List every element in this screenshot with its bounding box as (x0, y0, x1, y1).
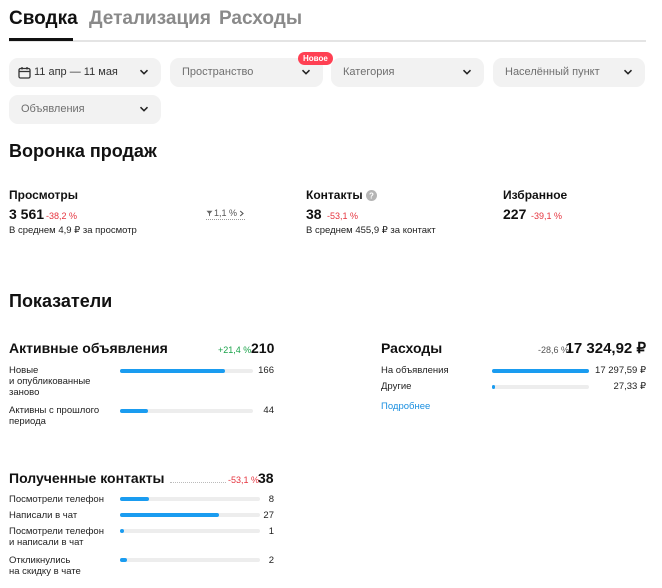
svg-text:?: ? (369, 191, 374, 200)
contacts-row-value: 1 (268, 526, 274, 537)
received-contacts-title: Полученные контакты (9, 470, 165, 486)
contacts-bar-fill (120, 529, 125, 533)
new-badge: Новое (298, 52, 333, 65)
tab-bar: Сводка Детализация Расходы (9, 8, 646, 42)
info-icon[interactable]: ? (366, 190, 377, 201)
expenses-bar-track (492, 369, 589, 373)
conversion-link[interactable]: 1,1 % (206, 208, 246, 220)
chevron-down-icon (462, 69, 472, 75)
expenses-title: Расходы (381, 340, 443, 356)
contacts-row-label: Откликнулись на скидку в чате (9, 555, 81, 577)
active-ads-row-label: Новые и опубликованные заново (9, 365, 91, 398)
conversion-value: 1,1 % (214, 208, 238, 218)
favorites-delta: -39,1 % (531, 211, 563, 221)
expenses-bar-fill (492, 369, 589, 373)
category-filter-label: Категория (343, 66, 395, 78)
contacts-row-value: 8 (268, 494, 274, 505)
expenses-bar-track (492, 385, 589, 389)
city-filter-label: Населённый пункт (505, 66, 600, 78)
contacts-bar-fill (120, 558, 127, 562)
calendar-icon (18, 67, 31, 79)
expenses-more-link[interactable]: Подробнее (381, 401, 430, 412)
received-contacts-delta: -53,1 % (228, 475, 260, 485)
ads-filter-label: Объявления (21, 103, 85, 115)
contacts-row-label: Посмотрели телефон (9, 494, 104, 505)
views-avg-cost: В среднем 4,9 ₽ за просмотр (9, 225, 137, 236)
date-range-filter[interactable]: 11 апр — 11 мая (9, 58, 161, 87)
category-filter[interactable]: Категория (331, 58, 484, 87)
expenses-value: 17 324,92 ₽ (565, 340, 646, 357)
contacts-bar-fill (120, 497, 150, 501)
active-ads-title: Активные объявления (9, 340, 168, 356)
expenses-row-label: Другие (381, 381, 412, 392)
active-ads-bar-fill (120, 369, 226, 373)
contacts-bar-fill (120, 513, 220, 517)
active-ads-bar-track (120, 369, 253, 373)
tab-details[interactable]: Детализация (89, 8, 211, 30)
views-value: 3 561 (9, 206, 45, 222)
expenses-row-label: На объявления (381, 365, 449, 376)
views-delta: -38,2 % (46, 211, 78, 221)
active-ads-value: 210 (251, 340, 275, 356)
leader-dots (170, 482, 226, 483)
active-ads-row-value: 166 (258, 365, 274, 376)
active-ads-row-label: Активны с прошлого периода (9, 405, 100, 427)
chevron-down-icon (623, 69, 633, 75)
contacts-value: 38 (306, 206, 322, 222)
funnel-icon (206, 210, 213, 216)
contacts-delta: -53,1 % (327, 211, 359, 221)
chevron-right-icon (239, 210, 244, 216)
active-ads-delta: +21,4 % (218, 345, 252, 355)
chevron-down-icon (139, 69, 149, 75)
active-tab-indicator (9, 38, 73, 41)
favorites-label: Избранное (503, 188, 568, 202)
contacts-row-value: 2 (268, 555, 274, 566)
funnel-title: Воронка продаж (9, 141, 157, 161)
tab-summary[interactable]: Сводка (9, 8, 78, 30)
city-filter[interactable]: Населённый пункт (493, 58, 645, 87)
expenses-row-value: 27,33 ₽ (613, 381, 646, 392)
indicators-title: Показатели (9, 291, 113, 311)
contacts-bar-track (120, 529, 260, 533)
chevron-down-icon (301, 69, 311, 75)
contacts-bar-track (120, 497, 260, 501)
contacts-bar-track (120, 558, 260, 562)
views-label: Просмотры (9, 188, 79, 202)
contacts-label: Контакты (306, 188, 363, 202)
contacts-avg-cost: В среднем 455,9 ₽ за контакт (306, 225, 436, 236)
space-filter-label: Пространство (182, 66, 254, 78)
tab-expenses[interactable]: Расходы (219, 8, 302, 30)
expenses-bar-fill (492, 385, 495, 389)
contacts-row-label: Посмотрели телефон и написали в чат (9, 526, 104, 548)
contacts-bar-track (120, 513, 260, 517)
favorites-value: 227 (503, 206, 527, 222)
expenses-delta: -28,6 % (538, 345, 570, 355)
active-ads-bar-fill (120, 409, 148, 413)
expenses-row-value: 17 297,59 ₽ (595, 365, 646, 376)
active-ads-bar-track (120, 409, 253, 413)
contacts-row-value: 27 (263, 510, 274, 521)
contacts-row-label: Написали в чат (9, 510, 78, 521)
chevron-down-icon (139, 106, 149, 112)
date-range-label: 11 апр — 11 мая (34, 66, 118, 78)
ads-filter[interactable]: Объявления (9, 95, 161, 124)
active-ads-row-value: 44 (263, 405, 274, 416)
received-contacts-value: 38 (258, 470, 274, 486)
